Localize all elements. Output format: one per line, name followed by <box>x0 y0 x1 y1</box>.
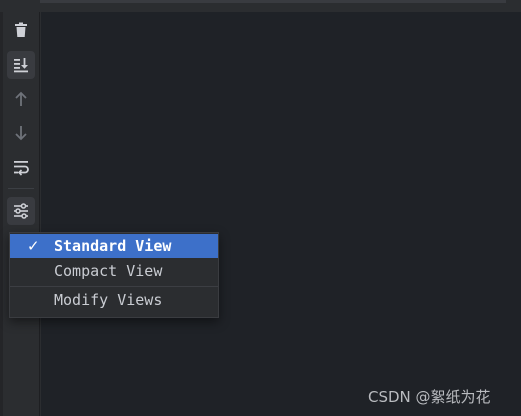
check-icon: ✓ <box>27 237 40 255</box>
scroll-to-end-button[interactable] <box>7 51 35 79</box>
arrow-up-icon <box>15 91 27 106</box>
menu-item-modify-views[interactable]: Modify Views <box>10 288 218 312</box>
trash-icon <box>15 22 27 37</box>
menu-item-label: Compact View <box>54 262 163 280</box>
view-options-menu: ✓ Standard View Compact View Modify View… <box>9 232 219 318</box>
scroll-to-end-icon <box>14 58 28 73</box>
menu-item-label: Standard View <box>54 237 172 255</box>
top-bar <box>0 0 521 12</box>
menu-item-standard-view[interactable]: ✓ Standard View <box>10 234 218 258</box>
view-settings-button[interactable] <box>7 197 35 225</box>
toolbar-separator <box>8 188 34 189</box>
toolbar-edge <box>0 12 3 416</box>
menu-separator <box>10 286 218 287</box>
watermark-text: CSDN @絮纸为花 <box>368 388 491 406</box>
console-output-background <box>41 12 521 416</box>
menu-item-compact-view[interactable]: Compact View <box>10 259 218 283</box>
console-toolbar <box>0 12 40 416</box>
clear-button[interactable] <box>7 16 35 44</box>
soft-wrap-icon <box>14 161 29 176</box>
console-output-area[interactable] <box>41 12 521 416</box>
top-tab-strip <box>40 0 506 3</box>
settings-sliders-icon <box>14 203 28 219</box>
soft-wrap-button[interactable] <box>7 153 35 181</box>
app-window: ✓ Standard View Compact View Modify View… <box>0 0 521 416</box>
menu-item-label: Modify Views <box>54 291 163 309</box>
next-occurrence-button[interactable] <box>7 119 35 147</box>
arrow-down-icon <box>15 126 27 141</box>
previous-occurrence-button[interactable] <box>7 85 35 113</box>
